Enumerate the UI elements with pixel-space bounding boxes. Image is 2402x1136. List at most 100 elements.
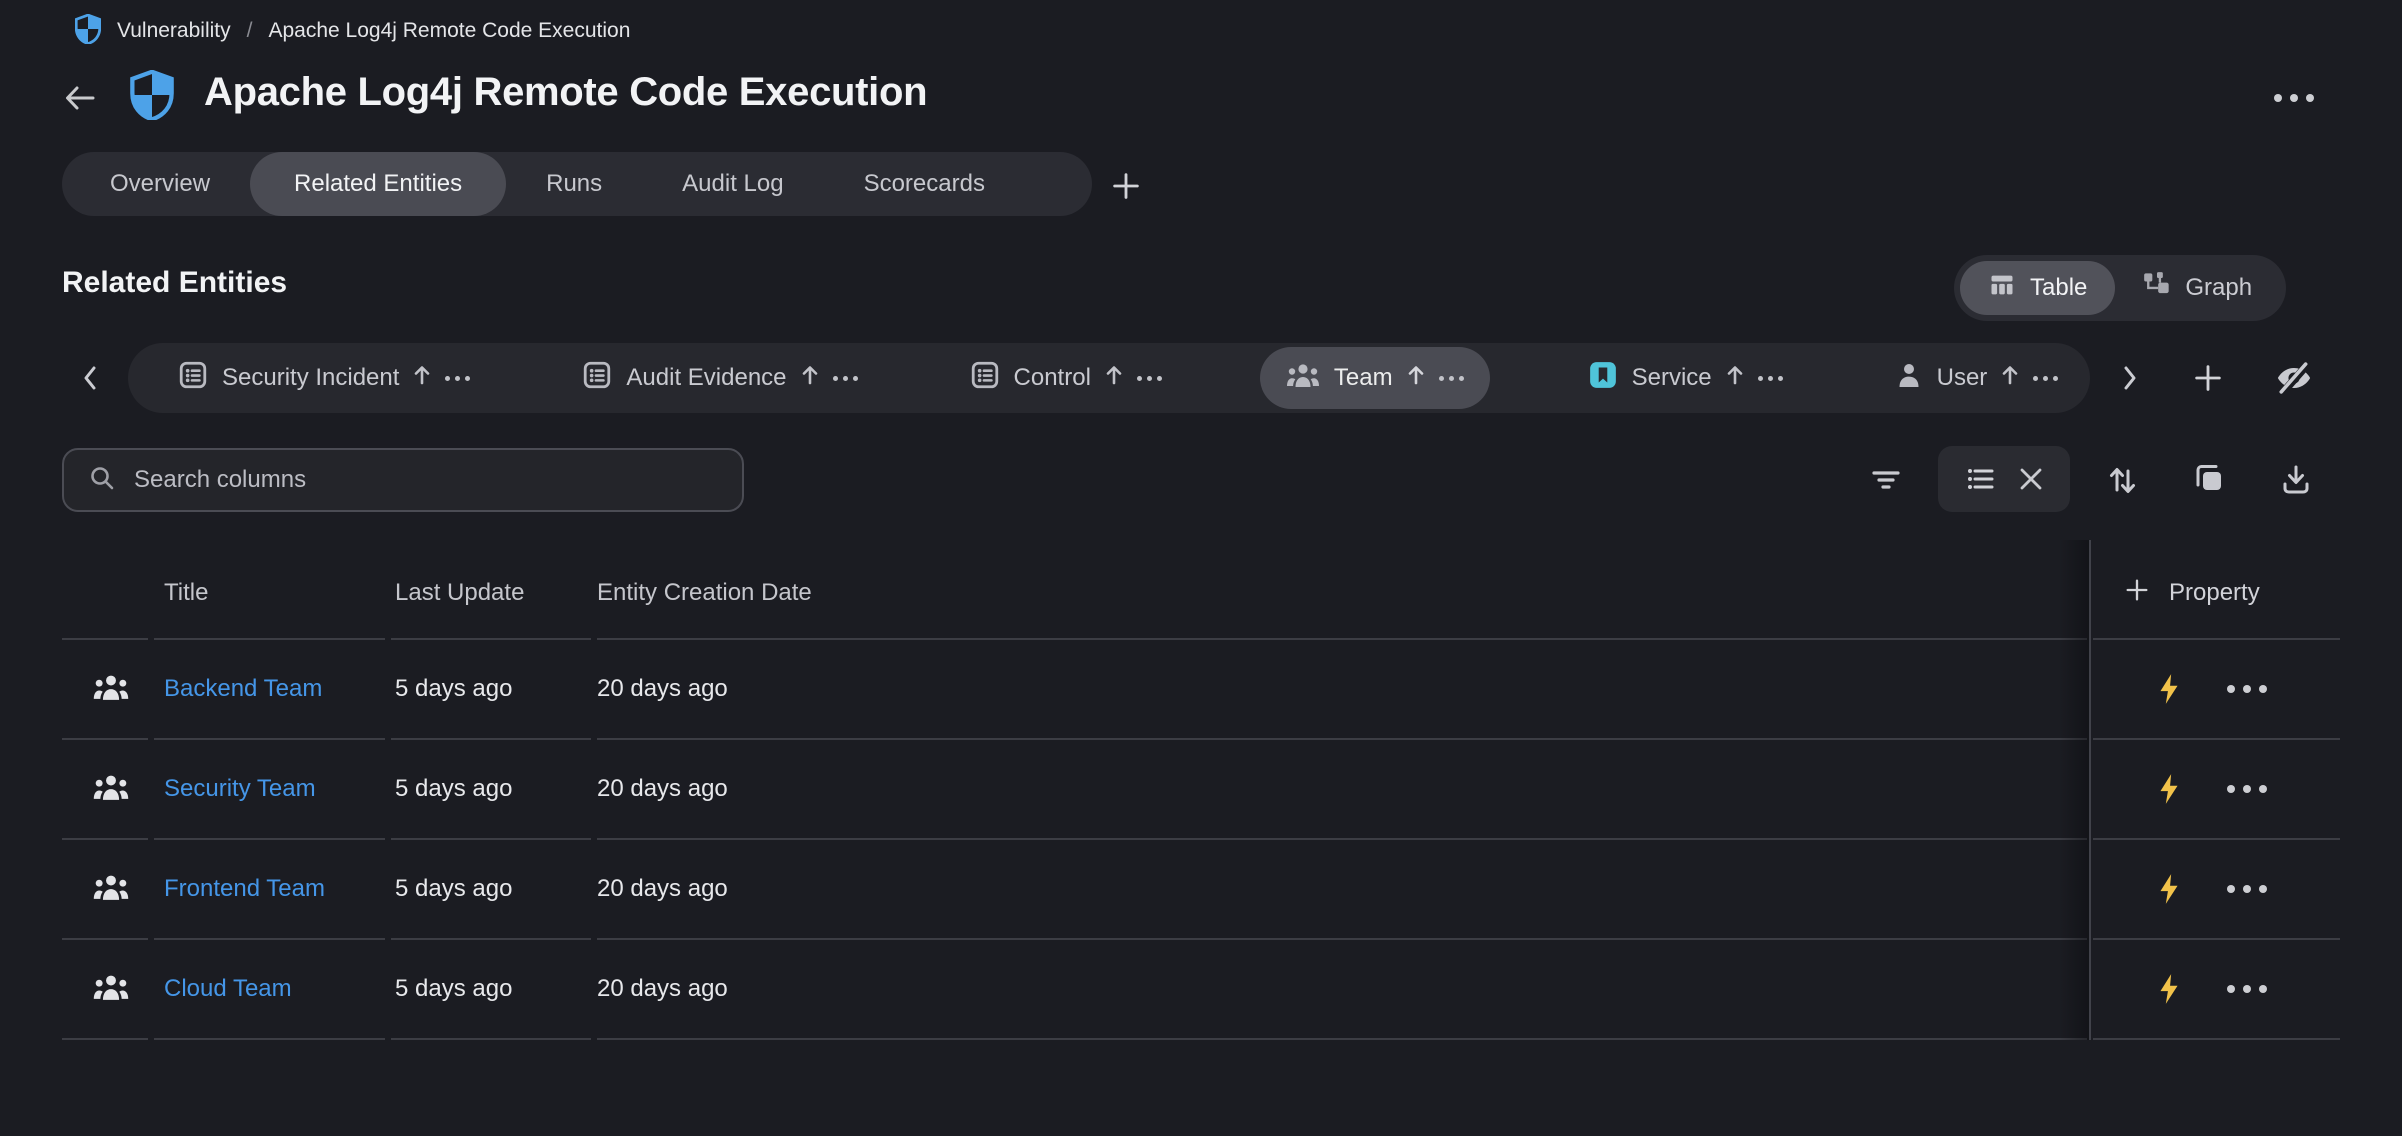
team-icon (92, 673, 130, 706)
breadcrumb-separator: / (247, 19, 253, 43)
header-entity-creation-date[interactable]: Entity Creation Date (597, 548, 2087, 640)
add-property-label: Property (2169, 579, 2260, 607)
row-kebab-icon[interactable] (2227, 785, 2267, 793)
run-action-lightning-icon[interactable] (2157, 773, 2181, 805)
entity-tab-kebab-icon[interactable] (2033, 376, 2058, 381)
last-update-value: 5 days ago (391, 940, 591, 1040)
entity-tab-service[interactable]: Service (1574, 347, 1797, 409)
tab-related-entities[interactable]: Related Entities (250, 152, 506, 216)
sort-icon[interactable] (2098, 456, 2146, 504)
last-update-value: 5 days ago (391, 640, 591, 740)
entity-tab-kebab-icon[interactable] (1439, 376, 1464, 381)
creation-date-value: 20 days ago (597, 640, 2087, 740)
entity-tab-team[interactable]: Team (1260, 347, 1490, 409)
team-icon (92, 973, 130, 1006)
group-by-list-icon[interactable] (1964, 463, 1996, 495)
tab-overview[interactable]: Overview (70, 152, 250, 216)
breadcrumb-section[interactable]: Vulnerability (117, 19, 231, 43)
entity-tab-security-incident[interactable]: Security Incident (164, 347, 484, 409)
entity-tab-label: Service (1632, 364, 1712, 392)
up-arrow-icon[interactable] (1105, 364, 1123, 393)
search-columns-box (62, 448, 744, 512)
entity-tab-label: Control (1014, 364, 1091, 392)
run-action-lightning-icon[interactable] (2157, 973, 2181, 1005)
view-toggle: Table Graph (1954, 255, 2286, 321)
clear-group-x-icon[interactable] (2018, 466, 2044, 492)
header-title[interactable]: Title (154, 548, 385, 640)
tab-runs[interactable]: Runs (506, 152, 642, 216)
hide-eye-off-icon[interactable] (2270, 354, 2318, 402)
copy-icon[interactable] (2184, 456, 2232, 504)
add-entity-tab-button[interactable] (2186, 356, 2230, 400)
plus-icon (2123, 576, 2151, 611)
view-toggle-graph[interactable]: Graph (2115, 261, 2280, 315)
search-input[interactable] (134, 466, 694, 494)
blueprint-icon (582, 360, 612, 397)
entity-tab-control[interactable]: Control (956, 347, 1176, 409)
add-tab-button[interactable] (1104, 164, 1148, 208)
row-actions (2093, 840, 2340, 940)
entity-link[interactable]: Backend Team (164, 675, 322, 703)
pinned-column-shadow (2059, 540, 2089, 1040)
entity-link[interactable]: Security Team (164, 775, 316, 803)
entity-tab-kebab-icon[interactable] (445, 376, 470, 381)
page-menu-kebab-icon[interactable] (2266, 80, 2322, 116)
table-row[interactable]: Security Team 5 days ago 20 days ago (62, 740, 2346, 840)
header-last-update[interactable]: Last Update (391, 548, 591, 640)
view-toggle-table[interactable]: Table (1960, 261, 2115, 315)
page-tabs: Overview Related Entities Runs Audit Log… (62, 152, 1092, 216)
up-arrow-icon[interactable] (1726, 364, 1744, 393)
row-kebab-icon[interactable] (2227, 985, 2267, 993)
row-icon-cell (62, 840, 148, 940)
search-icon (88, 464, 116, 497)
column-divider (2089, 540, 2091, 1040)
section-title: Related Entities (62, 266, 287, 300)
run-action-lightning-icon[interactable] (2157, 873, 2181, 905)
team-icon (1286, 362, 1320, 395)
table-row[interactable]: Cloud Team 5 days ago 20 days ago (62, 940, 2346, 1040)
page-title: Apache Log4j Remote Code Execution (204, 62, 927, 122)
add-property-button[interactable]: Property (2093, 548, 2340, 640)
entity-tab-kebab-icon[interactable] (833, 376, 858, 381)
entity-link[interactable]: Cloud Team (164, 975, 292, 1003)
entity-tab-user[interactable]: User (1881, 347, 2073, 409)
tab-audit-log[interactable]: Audit Log (642, 152, 823, 216)
row-icon-cell (62, 640, 148, 740)
view-toggle-table-label: Table (2030, 274, 2087, 302)
up-arrow-icon[interactable] (1407, 364, 1425, 393)
graph-icon (2143, 271, 2171, 306)
last-update-value: 5 days ago (391, 840, 591, 940)
up-arrow-icon[interactable] (413, 364, 431, 393)
run-action-lightning-icon[interactable] (2157, 673, 2181, 705)
entity-tab-kebab-icon[interactable] (1758, 376, 1783, 381)
team-icon (92, 873, 130, 906)
entity-tab-label: Security Incident (222, 364, 399, 392)
creation-date-value: 20 days ago (597, 940, 2087, 1040)
entity-tab-label: User (1937, 364, 1988, 392)
row-actions (2093, 740, 2340, 840)
service-icon (1588, 360, 1618, 397)
entity-tabs-next-chevron-icon[interactable] (2112, 356, 2148, 400)
entity-tab-audit-evidence[interactable]: Audit Evidence (568, 347, 871, 409)
table-row[interactable]: Frontend Team 5 days ago 20 days ago (62, 840, 2346, 940)
up-arrow-icon[interactable] (2001, 364, 2019, 393)
filter-icon[interactable] (1862, 456, 1910, 504)
entity-tab-kebab-icon[interactable] (1137, 376, 1162, 381)
team-icon (92, 773, 130, 806)
back-button[interactable] (58, 78, 102, 118)
shield-icon (75, 14, 101, 49)
entity-tabs-prev-chevron-icon[interactable] (72, 356, 108, 400)
tab-scorecards[interactable]: Scorecards (824, 152, 1025, 216)
user-icon (1895, 361, 1923, 396)
row-kebab-icon[interactable] (2227, 685, 2267, 693)
entity-tab-label: Team (1334, 364, 1393, 392)
download-icon[interactable] (2272, 456, 2320, 504)
header-icon-column (62, 548, 148, 640)
up-arrow-icon[interactable] (801, 364, 819, 393)
row-icon-cell (62, 940, 148, 1040)
creation-date-value: 20 days ago (597, 740, 2087, 840)
related-entities-table: Title Last Update Entity Creation Date P… (62, 548, 2346, 1040)
table-row[interactable]: Backend Team 5 days ago 20 days ago (62, 640, 2346, 740)
entity-link[interactable]: Frontend Team (164, 875, 325, 903)
row-kebab-icon[interactable] (2227, 885, 2267, 893)
